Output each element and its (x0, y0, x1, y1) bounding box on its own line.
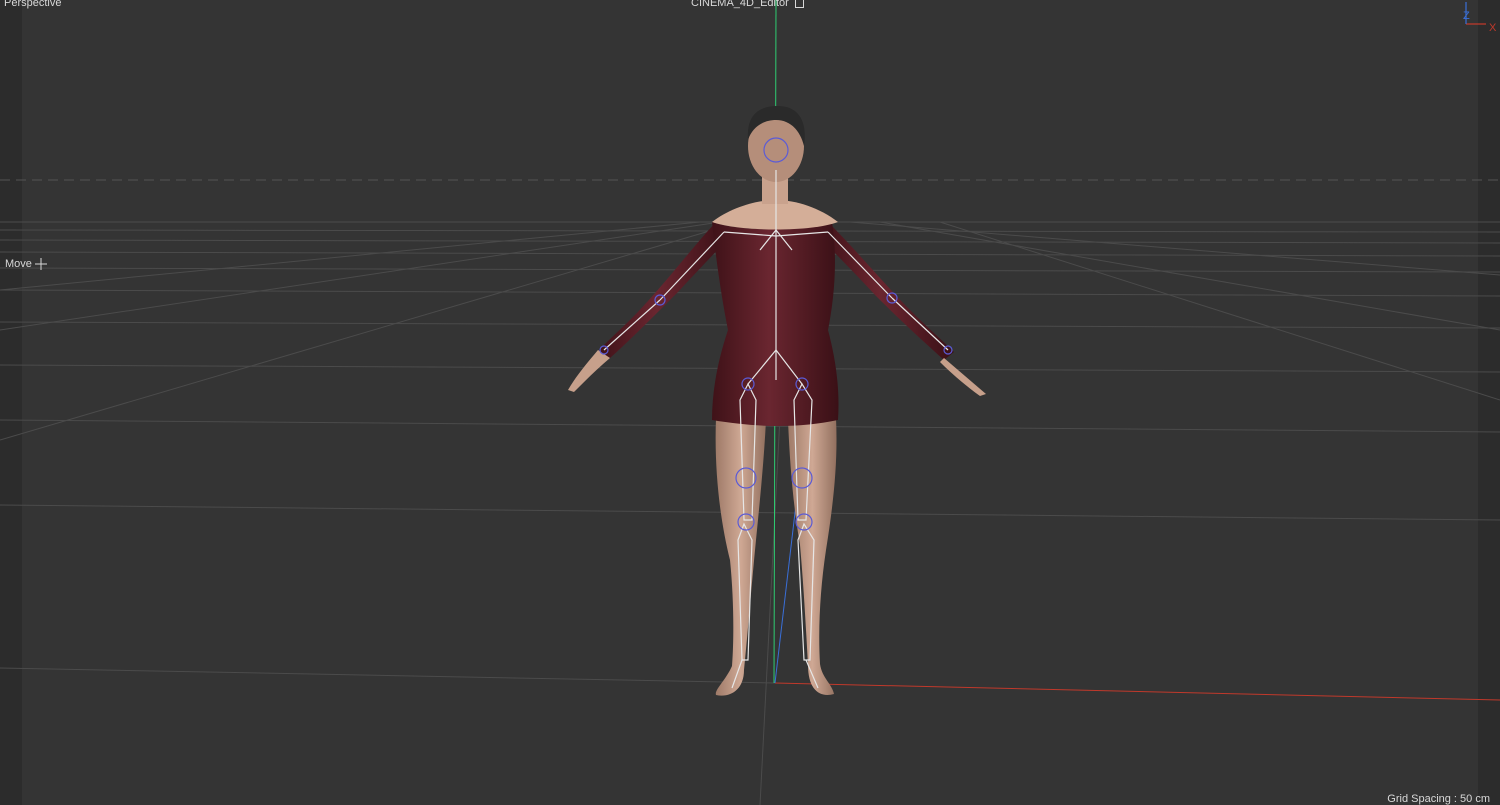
dress (712, 222, 839, 426)
3d-viewport[interactable]: X Z Perspective CINEMA_4D_Editor Move Gr… (0, 0, 1500, 805)
shoulders-skin (712, 200, 838, 230)
view-name-label[interactable]: Perspective (4, 0, 61, 9)
x-axis-line (774, 682, 1500, 701)
right-hand (940, 358, 986, 396)
camera-label[interactable]: CINEMA_4D_Editor (691, 0, 804, 9)
move-crosshair-icon (34, 258, 47, 270)
left-hand (568, 350, 610, 392)
left-leg (715, 418, 766, 696)
gizmo-z-label: Z (1463, 10, 1470, 22)
camera-square-icon[interactable] (794, 0, 804, 8)
right-arm (820, 222, 954, 360)
active-tool-name: Move (5, 258, 32, 270)
skeleton-rig[interactable] (603, 170, 949, 689)
axis-gizmo: X Z (1463, 2, 1497, 34)
gizmo-x-label: X (1489, 22, 1497, 34)
active-tool-label: Move (5, 258, 47, 270)
camera-name: CINEMA_4D_Editor (691, 0, 789, 9)
right-leg (788, 418, 837, 695)
character-model[interactable] (568, 106, 986, 696)
grid-spacing-label: Grid Spacing : 50 cm (1387, 793, 1490, 805)
scene-canvas[interactable]: X Z (0, 0, 1500, 805)
